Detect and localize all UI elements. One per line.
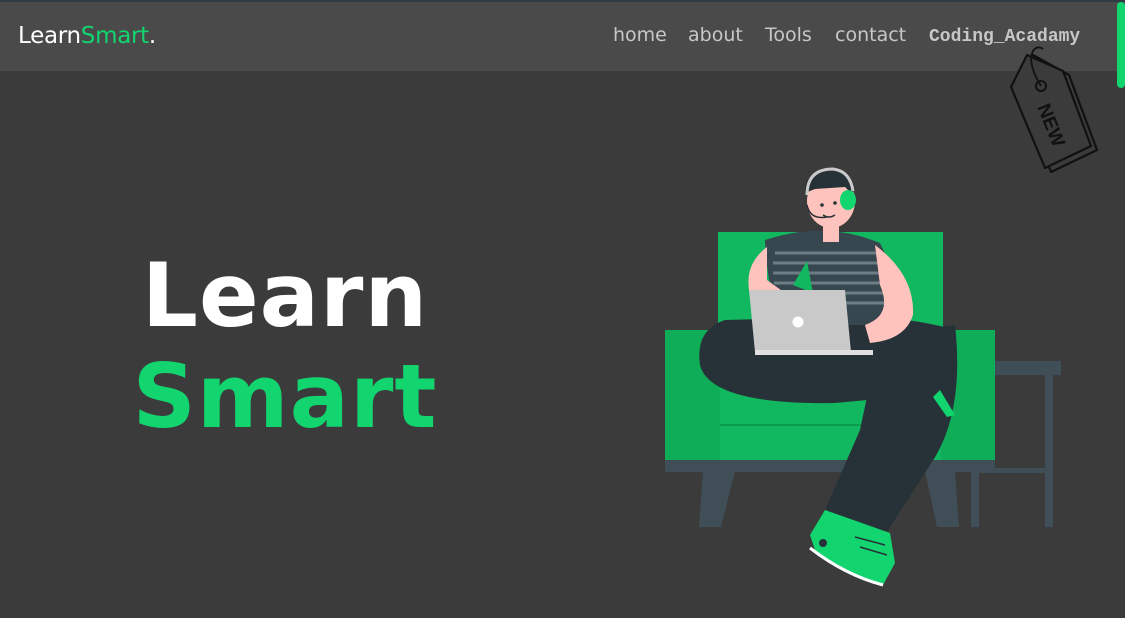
- nav-link-about[interactable]: about: [688, 24, 743, 46]
- person-laptop-illustration: [665, 167, 1061, 587]
- nav-link-home[interactable]: home: [613, 24, 667, 46]
- hero-title-smart: Smart: [132, 345, 438, 448]
- scrollbar-thumb[interactable]: [1117, 2, 1125, 88]
- hero-title-learn: Learn: [141, 244, 429, 347]
- new-badge: NEW: [1009, 46, 1099, 174]
- nav-links: home about Tools contact Coding_Acadamy: [0, 24, 1125, 54]
- nav-link-coding-academy[interactable]: Coding_Acadamy: [929, 27, 1080, 47]
- navbar: LearnSmart. home about Tools contact Cod…: [0, 2, 1125, 71]
- nav-link-tools[interactable]: Tools: [765, 24, 812, 46]
- nav-link-contact[interactable]: contact: [835, 24, 906, 46]
